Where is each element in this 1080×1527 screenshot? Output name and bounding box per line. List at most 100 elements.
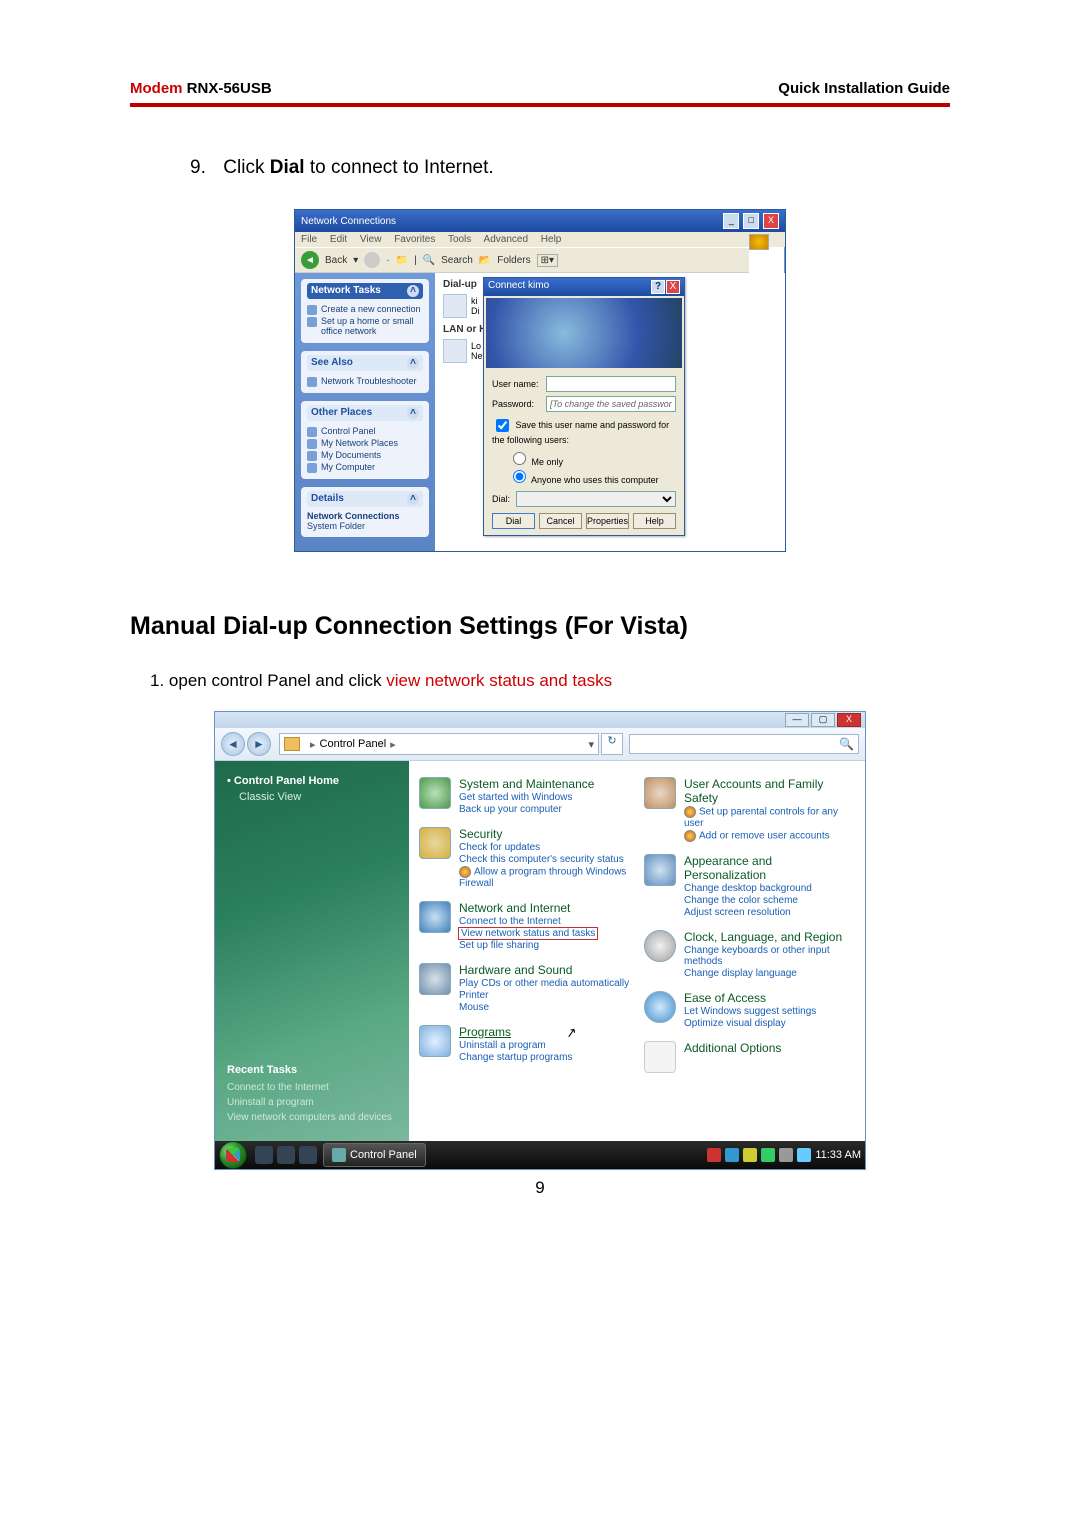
link-color-scheme[interactable]: Change the color scheme <box>684 895 855 906</box>
show-desktop-icon[interactable] <box>255 1146 273 1164</box>
radio-anyone[interactable] <box>513 470 526 483</box>
link-my-computer[interactable]: My Computer <box>307 461 423 473</box>
menu-view[interactable]: View <box>360 234 382 245</box>
link-firewall[interactable]: Allow a program through Windows Firewall <box>459 866 630 889</box>
recent-uninstall[interactable]: Uninstall a program <box>227 1097 397 1108</box>
cat-network-internet[interactable]: Network and Internet <box>459 901 597 915</box>
close-icon[interactable]: X <box>763 213 779 229</box>
sidebar-cp-home[interactable]: Control Panel Home <box>227 775 397 787</box>
menu-favorites[interactable]: Favorites <box>394 234 435 245</box>
cat-system-maintenance[interactable]: System and Maintenance <box>459 777 594 791</box>
menu-file[interactable]: File <box>301 234 317 245</box>
cat-user-accounts[interactable]: User Accounts and Family Safety <box>684 777 855 805</box>
folders-icon[interactable]: 📂 <box>479 255 491 266</box>
network-tray-icon[interactable] <box>779 1148 793 1162</box>
back-icon[interactable]: ◄ <box>301 251 319 269</box>
link-backup[interactable]: Back up your computer <box>459 804 594 815</box>
system-tray[interactable]: 11:33 AM <box>707 1148 861 1162</box>
maximize-icon[interactable]: □ <box>743 213 759 229</box>
link-autoplay[interactable]: Play CDs or other media automatically <box>459 978 629 989</box>
collapse-icon[interactable]: ˄ <box>407 493 419 505</box>
link-parental-controls[interactable]: Set up parental controls for any user <box>684 806 855 829</box>
cat-appearance[interactable]: Appearance and Personalization <box>684 854 855 882</box>
volume-tray-icon[interactable] <box>797 1148 811 1162</box>
menu-edit[interactable]: Edit <box>330 234 347 245</box>
radio-me-only[interactable] <box>513 452 526 465</box>
cat-hardware-sound[interactable]: Hardware and Sound <box>459 963 629 977</box>
link-get-started[interactable]: Get started with Windows <box>459 792 594 803</box>
dial-button[interactable]: Dial <box>492 513 535 529</box>
search-input[interactable]: 🔍 <box>629 734 859 754</box>
collapse-icon[interactable]: ˄ <box>407 407 419 419</box>
xp-titlebar[interactable]: Network Connections _ □ X <box>295 210 785 232</box>
menu-tools[interactable]: Tools <box>448 234 471 245</box>
task-setup-home[interactable]: Set up a home or small office network <box>307 315 423 337</box>
cat-programs[interactable]: Programs <box>459 1025 572 1039</box>
link-display-language[interactable]: Change display language <box>684 968 855 979</box>
link-my-documents[interactable]: My Documents <box>307 449 423 461</box>
tray-icon[interactable] <box>725 1148 739 1162</box>
cat-additional-options[interactable]: Additional Options <box>684 1041 781 1055</box>
dial-select[interactable] <box>516 491 676 507</box>
maximize-icon[interactable]: ▢ <box>811 713 835 727</box>
dialog-titlebar[interactable]: Connect kimo ?X <box>484 278 684 296</box>
link-check-updates[interactable]: Check for updates <box>459 842 630 853</box>
dropdown-icon[interactable]: ▾ <box>588 738 594 751</box>
link-printer[interactable]: Printer <box>459 990 629 1001</box>
tray-icon[interactable] <box>707 1148 721 1162</box>
recent-connect-internet[interactable]: Connect to the Internet <box>227 1082 397 1093</box>
properties-button[interactable]: Properties <box>586 513 629 529</box>
username-input[interactable] <box>546 376 676 392</box>
link-connect-internet[interactable]: Connect to the Internet <box>459 916 597 927</box>
search-icon[interactable]: 🔍 <box>423 255 435 266</box>
start-button[interactable] <box>219 1141 247 1169</box>
link-troubleshooter[interactable]: Network Troubleshooter <box>307 375 423 387</box>
link-keyboards[interactable]: Change keyboards or other input methods <box>684 945 855 967</box>
help-icon[interactable]: ? <box>651 280 665 294</box>
back-label[interactable]: Back <box>325 255 347 266</box>
cat-ease-of-access[interactable]: Ease of Access <box>684 991 816 1005</box>
tray-icon[interactable] <box>743 1148 757 1162</box>
link-control-panel[interactable]: Control Panel <box>307 425 423 437</box>
forward-icon[interactable]: ► <box>247 732 271 756</box>
link-add-remove-users[interactable]: Add or remove user accounts <box>684 830 855 842</box>
close-icon[interactable]: X <box>666 280 680 294</box>
search-label[interactable]: Search <box>441 255 473 266</box>
task-create-connection[interactable]: Create a new connection <box>307 303 423 315</box>
switch-windows-icon[interactable] <box>277 1146 295 1164</box>
link-startup-programs[interactable]: Change startup programs <box>459 1052 572 1063</box>
collapse-icon[interactable]: ˄ <box>407 285 419 297</box>
minimize-icon[interactable]: _ <box>723 213 739 229</box>
link-my-network[interactable]: My Network Places <box>307 437 423 449</box>
vista-taskbar[interactable]: Control Panel 11:33 AM <box>215 1141 865 1169</box>
forward-icon[interactable] <box>364 252 380 268</box>
sidebar-classic-view[interactable]: Classic View <box>239 791 397 803</box>
link-view-network-status[interactable]: View network status and tasks <box>459 928 597 939</box>
clock[interactable]: 11:33 AM <box>815 1149 861 1161</box>
up-folder-icon[interactable]: 📁 <box>396 255 408 266</box>
address-bar[interactable]: ▸ Control Panel ▸ ▾ <box>279 733 599 755</box>
link-security-status[interactable]: Check this computer's security status <box>459 854 630 865</box>
save-credentials-checkbox[interactable] <box>496 419 509 432</box>
link-file-sharing[interactable]: Set up file sharing <box>459 940 597 951</box>
cancel-button[interactable]: Cancel <box>539 513 582 529</box>
cat-clock-language[interactable]: Clock, Language, and Region <box>684 930 855 944</box>
ie-icon[interactable] <box>299 1146 317 1164</box>
refresh-icon[interactable]: ↻ <box>601 733 623 755</box>
cat-security[interactable]: Security <box>459 827 630 841</box>
xp-menubar[interactable]: File Edit View Favorites Tools Advanced … <box>295 232 785 247</box>
link-mouse[interactable]: Mouse <box>459 1002 629 1013</box>
link-desktop-bg[interactable]: Change desktop background <box>684 883 855 894</box>
password-input[interactable] <box>546 396 676 412</box>
close-icon[interactable]: X <box>837 713 861 727</box>
link-optimize-visual[interactable]: Optimize visual display <box>684 1018 816 1029</box>
menu-help[interactable]: Help <box>541 234 562 245</box>
minimize-icon[interactable]: — <box>785 713 809 727</box>
menu-advanced[interactable]: Advanced <box>484 234 528 245</box>
link-suggest-settings[interactable]: Let Windows suggest settings <box>684 1006 816 1017</box>
collapse-icon[interactable]: ˄ <box>407 357 419 369</box>
views-icon[interactable]: ⊞▾ <box>537 254 558 267</box>
quick-launch[interactable] <box>255 1146 317 1164</box>
folders-label[interactable]: Folders <box>497 255 530 266</box>
link-uninstall-program[interactable]: Uninstall a program <box>459 1040 572 1051</box>
